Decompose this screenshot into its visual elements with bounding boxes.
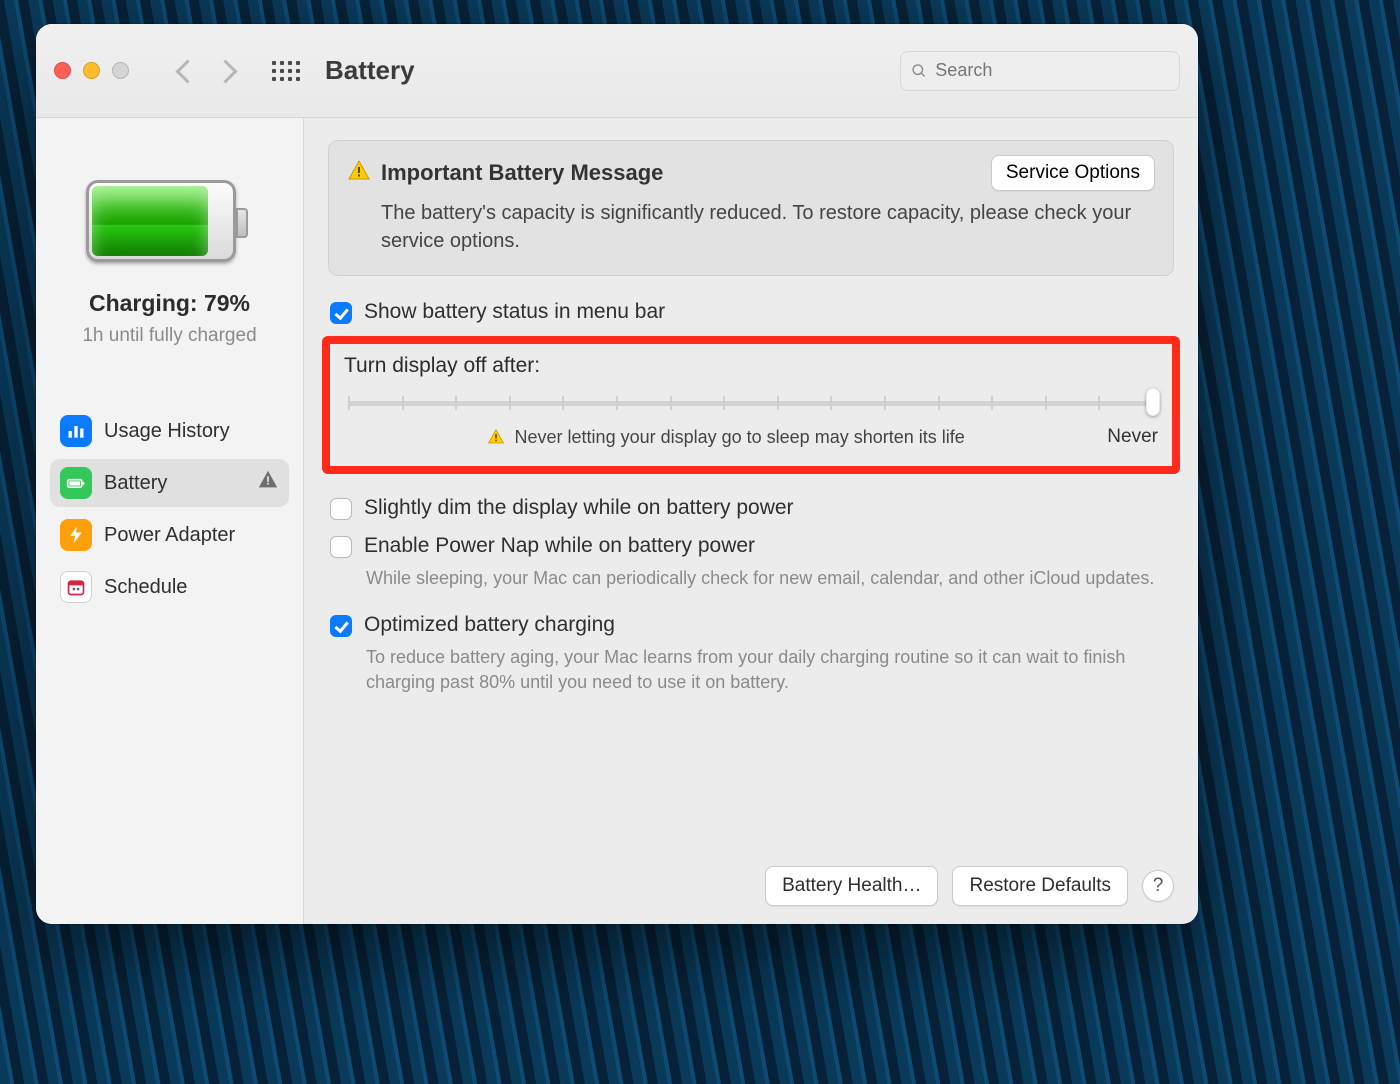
search-input[interactable] (935, 60, 1169, 81)
sidebar-item-label: Battery (104, 472, 167, 495)
optimized-desc: To reduce battery aging, your Mac learns… (366, 645, 1174, 695)
warning-icon (257, 469, 279, 497)
display-off-slider[interactable] (348, 392, 1154, 414)
help-button[interactable]: ? (1142, 870, 1174, 902)
sidebar-item-schedule[interactable]: Schedule (50, 563, 289, 611)
optimized-row: Optimized battery charging (330, 613, 1174, 637)
nav-buttons (175, 62, 237, 80)
bolt-icon (60, 519, 92, 551)
sidebar-item-label: Power Adapter (104, 524, 235, 547)
slider-thumb[interactable] (1146, 388, 1160, 416)
window-title: Battery (325, 55, 415, 86)
search-field[interactable] (900, 51, 1180, 91)
footer: Battery Health… Restore Defaults ? (328, 858, 1174, 906)
charge-estimate: 1h until fully charged (82, 325, 256, 347)
sidebar-nav: Usage History Battery Power Adapter (36, 407, 303, 611)
preferences-window: Battery Charging: 79% 1h until fully cha… (36, 24, 1198, 924)
show-menu-label: Show battery status in menu bar (364, 300, 665, 324)
sidebar-item-power-adapter[interactable]: Power Adapter (50, 511, 289, 559)
charge-status: Charging: 79% (89, 290, 250, 317)
zoom-window-button[interactable] (112, 62, 129, 79)
battery-glyph (86, 178, 254, 264)
display-off-highlight: Turn display off after: Never letting yo… (322, 336, 1180, 474)
alert-title: Important Battery Message (381, 160, 663, 186)
search-icon (911, 62, 927, 80)
powernap-checkbox[interactable] (330, 536, 352, 558)
optimized-checkbox[interactable] (330, 615, 352, 637)
forward-button[interactable] (219, 62, 237, 80)
show-all-icon[interactable] (273, 58, 299, 84)
battery-alert: Important Battery Message Service Option… (328, 140, 1174, 276)
powernap-label: Enable Power Nap while on battery power (364, 534, 755, 558)
show-menu-row: Show battery status in menu bar (330, 300, 1174, 324)
optimized-label: Optimized battery charging (364, 613, 615, 637)
restore-defaults-button[interactable]: Restore Defaults (952, 866, 1128, 906)
powernap-desc: While sleeping, your Mac can periodicall… (366, 566, 1174, 591)
service-options-button[interactable]: Service Options (991, 155, 1155, 191)
show-menu-checkbox[interactable] (330, 302, 352, 324)
slider-warning: Never letting your display go to sleep m… (487, 427, 965, 448)
sidebar: Charging: 79% 1h until fully charged Usa… (36, 118, 304, 924)
sidebar-item-battery[interactable]: Battery (50, 459, 289, 507)
back-button[interactable] (175, 62, 193, 80)
slider-value: Never (1107, 426, 1158, 448)
calendar-icon (60, 571, 92, 603)
main-pane: Important Battery Message Service Option… (304, 118, 1198, 924)
sidebar-item-label: Schedule (104, 576, 187, 599)
sidebar-item-usage-history[interactable]: Usage History (50, 407, 289, 455)
toolbar: Battery (36, 24, 1198, 118)
window-controls (54, 62, 129, 79)
sidebar-item-label: Usage History (104, 420, 230, 443)
dim-row: Slightly dim the display while on batter… (330, 496, 1174, 520)
battery-icon (60, 467, 92, 499)
bar-chart-icon (60, 415, 92, 447)
minimize-window-button[interactable] (83, 62, 100, 79)
dim-label: Slightly dim the display while on batter… (364, 496, 794, 520)
alert-body: The battery's capacity is significantly … (347, 199, 1155, 255)
close-window-button[interactable] (54, 62, 71, 79)
powernap-row: Enable Power Nap while on battery power (330, 534, 1174, 558)
battery-health-button[interactable]: Battery Health… (765, 866, 938, 906)
display-off-label: Turn display off after: (344, 354, 1158, 378)
dim-checkbox[interactable] (330, 498, 352, 520)
warning-icon (347, 159, 371, 188)
slider-ticks (348, 396, 1154, 410)
